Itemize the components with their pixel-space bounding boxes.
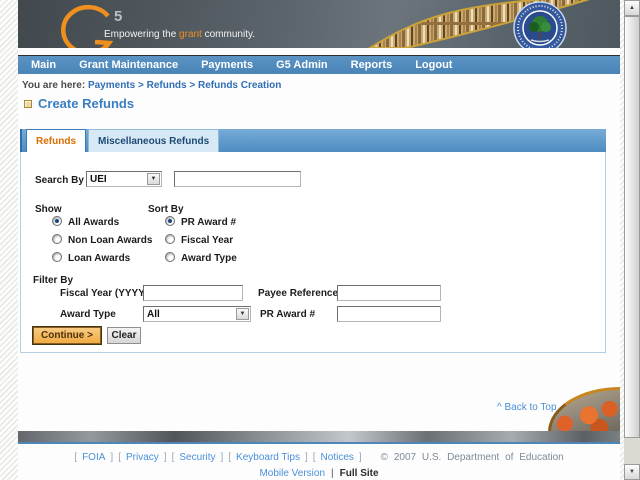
copyright-text: © 2007 U.S. Department of Education <box>380 452 564 463</box>
main-navigation: Main Grant Maintenance Payments G5 Admin… <box>18 55 620 74</box>
bracket: ] <box>304 452 308 463</box>
tagline-highlight: grant <box>179 29 202 40</box>
radio-pr-award[interactable] <box>165 216 175 226</box>
bracket: ] <box>220 452 224 463</box>
footer-photo-bar <box>18 431 620 442</box>
fiscal-year-input[interactable] <box>143 285 243 301</box>
footer-link-notices[interactable]: Notices <box>321 452 354 463</box>
radio-award-type[interactable] <box>165 252 175 262</box>
tagline-suffix: community. <box>201 29 256 40</box>
scrollbar-thumb[interactable] <box>624 16 640 438</box>
payee-reference-input[interactable] <box>337 285 441 301</box>
mobile-version-link[interactable]: Mobile Version <box>259 468 325 479</box>
all-awards-label: All Awards <box>68 217 120 228</box>
full-site-label: Full Site <box>339 468 379 479</box>
back-to-top-link[interactable]: ^ Back to Top <box>497 402 557 413</box>
page-title-row: Create Refunds <box>24 96 134 111</box>
page-content: 5 Empowering the grant community. Main G… <box>18 0 620 480</box>
award-type-selected-value: All <box>147 308 160 320</box>
bracket: ] <box>358 452 362 463</box>
bracket: [ <box>74 452 78 463</box>
pr-award-field-label: PR Award # <box>260 309 316 320</box>
loan-awards-label: Loan Awards <box>68 253 131 264</box>
nav-item-reports[interactable]: Reports <box>351 59 393 71</box>
non-loan-awards-label: Non Loan Awards <box>68 235 153 246</box>
breadcrumb-prefix: You are here: <box>22 80 88 91</box>
scroll-down-icon[interactable]: ▼ <box>624 464 640 480</box>
education-seal-icon <box>513 1 567 48</box>
continue-button[interactable]: Continue > <box>33 327 101 344</box>
pr-award-sort-label: PR Award # <box>181 217 237 228</box>
footer-link-keyboard-tips[interactable]: Keyboard Tips <box>236 452 300 463</box>
radio-loan-awards[interactable] <box>52 252 62 262</box>
scroll-up-icon[interactable]: ▲ <box>624 0 640 16</box>
bracket: ] <box>163 452 167 463</box>
header-graphics: 5 <box>61 0 590 48</box>
bracket: [ <box>312 452 316 463</box>
footer-link-privacy[interactable]: Privacy <box>126 452 159 463</box>
dropdown-arrow-icon: ▼ <box>236 308 249 320</box>
page-title: Create Refunds <box>38 96 135 111</box>
chairs-corner-image <box>548 387 620 432</box>
nav-item-main[interactable]: Main <box>31 59 56 71</box>
divider: | <box>331 468 334 479</box>
footer-site-toggle-row: Mobile Version | Full Site <box>18 468 620 479</box>
nav-item-logout[interactable]: Logout <box>415 59 452 71</box>
footer-link-security[interactable]: Security <box>179 452 215 463</box>
search-by-input[interactable] <box>174 171 301 187</box>
bracket: ] <box>110 452 114 463</box>
breadcrumb: You are here: Payments > Refunds > Refun… <box>22 80 281 91</box>
search-by-select[interactable]: UEI ▼ <box>86 171 162 187</box>
show-label: Show <box>35 204 62 215</box>
g5-logo: 5 <box>61 4 122 48</box>
footer-link-foia[interactable]: FOIA <box>82 452 105 463</box>
filter-by-label: Filter By <box>33 275 74 286</box>
search-by-label: Search By <box>35 175 84 186</box>
tagline-prefix: Empowering the <box>104 29 180 40</box>
tab-miscellaneous-refunds[interactable]: Miscellaneous Refunds <box>88 129 220 152</box>
search-by-selected-value: UEI <box>90 173 107 185</box>
radio-fiscal-year[interactable] <box>165 234 175 244</box>
dropdown-arrow-icon: ▼ <box>147 173 160 185</box>
header-banner: 5 Empowering the grant community. <box>18 0 620 48</box>
clear-button[interactable]: Clear <box>107 327 141 344</box>
bracket: [ <box>171 452 175 463</box>
breadcrumb-path[interactable]: Payments > Refunds > Refunds Creation <box>88 80 281 91</box>
footer-divider <box>18 442 620 444</box>
bracket: [ <box>118 452 121 463</box>
vertical-scrollbar[interactable]: ▲ ▼ <box>624 0 640 480</box>
pr-award-input[interactable] <box>337 306 441 322</box>
g5-application-window: 5 Empowering the grant community. Main G… <box>0 0 640 480</box>
radio-non-loan-awards[interactable] <box>52 234 62 244</box>
award-type-select[interactable]: All ▼ <box>143 306 251 322</box>
award-type-field-label: Award Type <box>60 309 116 320</box>
tagline: Empowering the grant community. <box>104 29 255 40</box>
sort-by-label: Sort By <box>148 204 184 215</box>
tab-strip: Refunds Miscellaneous Refunds <box>20 129 606 152</box>
nav-item-payments[interactable]: Payments <box>201 59 253 71</box>
bracket: [ <box>228 452 232 463</box>
nav-item-g5-admin[interactable]: G5 Admin <box>276 59 328 71</box>
tab-refunds[interactable]: Refunds <box>26 129 86 152</box>
fiscal-year-sort-label: Fiscal Year <box>181 235 234 246</box>
fiscal-year-field-label: Fiscal Year (YYYY) <box>60 288 149 299</box>
payee-reference-field-label: Payee Reference <box>258 288 339 299</box>
nav-item-grant-maintenance[interactable]: Grant Maintenance <box>79 59 178 71</box>
logo-number: 5 <box>114 8 122 25</box>
radio-all-awards[interactable] <box>52 216 62 226</box>
footer-links-row: [ FOIA ] [ Privacy ] [ Security ] [ Keyb… <box>18 452 620 463</box>
bullet-icon <box>24 99 32 108</box>
award-type-sort-label: Award Type <box>181 253 237 264</box>
